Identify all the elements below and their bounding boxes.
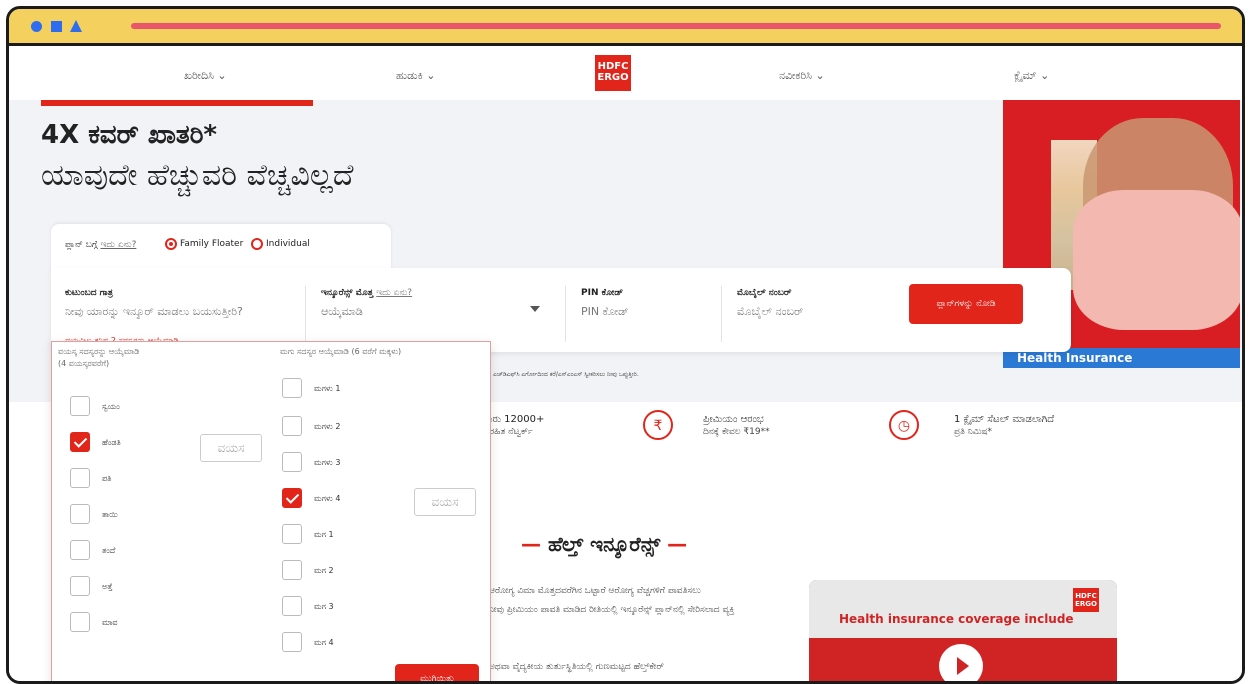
- square-icon: [51, 21, 62, 32]
- feature-claim-title: 1 ಕ್ಲೈಮ್ ಸೆಟಲ್ ಮಾಡಲಾಗಿದೆ: [954, 414, 1055, 425]
- adult-checkbox-wife[interactable]: [70, 432, 90, 452]
- child-shape: [1073, 190, 1240, 330]
- individual-radio[interactable]: [251, 238, 263, 250]
- hdfc-ergo-logo[interactable]: HDFC ERGO: [595, 55, 631, 91]
- field-divider: [721, 286, 722, 342]
- child-checkbox-daughter-4[interactable]: [282, 488, 302, 508]
- sum-insured-help-link[interactable]: ಇದು ಏನು?: [376, 288, 412, 298]
- child-label-daughter-2[interactable]: ಮಗಳು 2: [314, 422, 340, 432]
- individual-label[interactable]: Individual: [266, 239, 310, 249]
- hero-title: 4X ಕವರ್ ಖಾತರಿ*: [41, 120, 218, 150]
- hero-accent-bar: [41, 100, 313, 106]
- adult-label-father[interactable]: ತಂದೆ: [102, 546, 115, 556]
- plan-type-text: ಪ್ಲಾನ್ ಬಗ್ಗೆ: [65, 240, 98, 250]
- logo-line-2: ERGO: [597, 72, 629, 83]
- circle-icon: [31, 21, 42, 32]
- pin-input[interactable]: PIN ಕೋಡ್: [581, 304, 629, 319]
- hero-subtitle: ಯಾವುದೇ ಹೆಚ್ಚುವರಿ ವೆಚ್ಚವಿಲ್ಲದೆ: [41, 158, 354, 193]
- child-checkbox-daughter-1[interactable]: [282, 378, 302, 398]
- section-paragraph-2: ನೀವು ಪ್ರೀಮಿಯಂ ಪಾವತಿ ಮಾಡಿದ ರೀತಿಯಲ್ಲಿ ಇನ್ಶ…: [489, 605, 735, 615]
- family-size-label: ಕುಟುಂಬದ ಗಾತ್ರ: [65, 288, 113, 298]
- field-divider: [305, 286, 306, 342]
- top-nav: ಖರೀದಿಸಿ ⌄ ಹುಡುಕಿ ⌄ HDFC ERGO ನವೀಕರಿಸಿ ⌄ ಕ…: [9, 46, 1242, 101]
- address-bar[interactable]: [131, 23, 1221, 29]
- section-paragraph-1: ಆರೋಗ್ಯ ವಿಮಾ ಮೊತ್ತದವರೆಗಿನ ಒಟ್ಟಾರೆ ಆರೋಗ್ಯ …: [489, 586, 701, 596]
- plan-type-tab: ಪ್ಲಾನ್ ಬಗ್ಗೆ ಇದು ಏನು? Family Floater Ind…: [51, 224, 391, 272]
- logo-line-1: HDFC: [597, 61, 629, 72]
- mobile-input[interactable]: ಮೊಬೈಲ್ ನಂಬರ್: [737, 304, 803, 319]
- child-checkbox-son-4[interactable]: [282, 632, 302, 652]
- child-checkbox-son-2[interactable]: [282, 560, 302, 580]
- adult-label-self[interactable]: ಸ್ವಯಂ: [102, 402, 120, 412]
- child-label-daughter-3[interactable]: ಮಗಳು 3: [314, 458, 340, 468]
- nav-claim[interactable]: ಕ್ಲೈಮ್ ⌄: [1014, 69, 1049, 83]
- family-floater-radio[interactable]: [165, 238, 177, 250]
- adult-checkbox-husband[interactable]: [70, 468, 90, 488]
- adult-label-father-in-law[interactable]: ಮಾವ: [102, 618, 118, 628]
- family-floater-label[interactable]: Family Floater: [180, 239, 243, 249]
- daughter-4-age-input[interactable]: ವಯಸ: [414, 488, 476, 516]
- video-title: Health insurance coverage include: [839, 612, 1074, 626]
- browser-frame: ಖರೀದಿಸಿ ⌄ ಹುಡುಕಿ ⌄ HDFC ERGO ನವೀಕರಿಸಿ ⌄ ಕ…: [6, 6, 1245, 684]
- adult-label-wife[interactable]: ಹೆಂಡತಿ: [102, 438, 121, 448]
- plan-type-label: ಪ್ಲಾನ್ ಬಗ್ಗೆ ಇದು ಏನು?: [65, 240, 136, 250]
- hdfc-ergo-logo: HDFC ERGO: [1073, 588, 1099, 612]
- adult-label-mother[interactable]: ತಾಯಿ: [102, 510, 118, 520]
- sum-insured-text: ಇನ್ಶೂರೆನ್ಸ್ ಮೊತ್ತ: [321, 288, 374, 298]
- nav-renew[interactable]: ನವೀಕರಿಸಿ ⌄: [779, 69, 825, 83]
- quote-form: ಕುಟುಂಬದ ಗಾತ್ರ ನೀವು ಯಾರನ್ನು ಇನ್ಶೂರ್ ಮಾಡಲು…: [51, 268, 1071, 352]
- adult-subheader: (4 ವಯಸ್ಕರವರೆಗೆ): [58, 359, 110, 368]
- plan-help-link[interactable]: ಇದು ಏನು?: [101, 240, 137, 250]
- play-icon[interactable]: [939, 644, 983, 681]
- mobile-label: ಮೊಬೈಲ್ ನಂಬರ್: [737, 288, 792, 298]
- pin-label: PIN ಕೋಡ್: [581, 288, 624, 298]
- triangle-icon: [70, 20, 82, 32]
- child-checkbox-son-1[interactable]: [282, 524, 302, 544]
- adult-checkbox-mother-in-law[interactable]: [70, 576, 90, 596]
- chevron-down-icon[interactable]: [530, 306, 540, 312]
- view-plans-button[interactable]: ಪ್ಲಾನ್‌ಗಳನ್ನು ನೋಡಿ: [909, 284, 1023, 324]
- adult-header-text: ವಯಸ್ಕ ಸದಸ್ಯರನ್ನು ಆಯ್ಕೆಮಾಡಿ: [58, 347, 140, 356]
- child-checkbox-daughter-3[interactable]: [282, 452, 302, 472]
- adult-checkbox-father-in-law[interactable]: [70, 612, 90, 632]
- child-label-son-1[interactable]: ಮಗ 1: [314, 530, 334, 540]
- child-checkbox-daughter-2[interactable]: [282, 416, 302, 436]
- sum-insured-select[interactable]: ಆಯ್ಕೆಮಾಡಿ: [321, 304, 363, 319]
- child-checkbox-son-3[interactable]: [282, 596, 302, 616]
- wife-age-input[interactable]: ವಯಸ: [200, 434, 262, 462]
- stopwatch-icon: ◷: [889, 410, 919, 440]
- child-label-daughter-4[interactable]: ಮಗಳು 4: [314, 494, 340, 504]
- child-header: ಮಗು ಸದಸ್ಯರ ಆಯ್ಕೆಮಾಡಿ (6 ವರೆಗೆ ಮಕ್ಕಳು): [280, 347, 402, 356]
- family-member-dropdown: ವಯಸ್ಕ ಸದಸ್ಯರನ್ನು ಆಯ್ಕೆಮಾಡಿ (4 ವಯಸ್ಕರವರೆಗೆ…: [51, 341, 491, 681]
- video-thumbnail[interactable]: Health insurance coverage include HDFC ER…: [809, 580, 1117, 681]
- adult-label-mother-in-law[interactable]: ಅತ್ತೆ: [102, 582, 113, 592]
- child-label-daughter-1[interactable]: ಮಗಳು 1: [314, 384, 340, 394]
- rupee-shield-icon: ₹: [643, 410, 673, 440]
- field-divider: [565, 286, 566, 342]
- adult-label-husband[interactable]: ಪತಿ: [102, 474, 111, 484]
- feature-premium-sub: ದಿನಕ್ಕೆ ಕೇವಲ ₹19**: [703, 427, 770, 437]
- section-title-text: ಹೆಲ್ತ್ ಇನ್ಶೂರೆನ್ಸ್: [547, 532, 661, 556]
- adult-checkbox-mother[interactable]: [70, 504, 90, 524]
- video-logo-line-1: HDFC: [1075, 592, 1097, 600]
- nav-search[interactable]: ಹುಡುಕಿ ⌄: [396, 69, 436, 83]
- adult-header: ವಯಸ್ಕ ಸದಸ್ಯರನ್ನು ಆಯ್ಕೆಮಾಡಿ (4 ವಯಸ್ಕರವರೆಗೆ…: [58, 346, 139, 370]
- child-label-son-2[interactable]: ಮಗ 2: [314, 566, 334, 576]
- nav-buy[interactable]: ಖರೀದಿಸಿ ⌄: [184, 69, 227, 83]
- section-title: — ಹೆಲ್ತ್ ಇನ್ಶೂರೆನ್ಸ್ —: [521, 532, 688, 556]
- feature-premium-title: ಪ್ರೀಮಿಯಂ ಆರಂಭ: [703, 414, 764, 425]
- browser-chrome: [9, 9, 1242, 46]
- child-label-son-3[interactable]: ಮಗ 3: [314, 602, 334, 612]
- child-label-son-4[interactable]: ಮಗ 4: [314, 638, 334, 648]
- adult-checkbox-father[interactable]: [70, 540, 90, 560]
- consent-note: ಎಚ್‌ಡಿಎಫ್‌ಸಿ ಎರ್ಗೋದಿಂದ ಕರೆ/ಎಸ್‌ಎಂಎಸ್ ಸ್ವ…: [493, 371, 639, 378]
- sum-insured-label: ಇನ್ಶೂರೆನ್ಸ್ ಮೊತ್ತ ಇದು ಏನು?: [321, 288, 412, 298]
- video-logo-line-2: ERGO: [1075, 600, 1097, 608]
- adult-checkbox-self[interactable]: [70, 396, 90, 416]
- section-paragraph-3: ಅಥವಾ ವೈದ್ಯಕೀಯ ತುರ್ತುಸ್ಥಿತಿಯಲ್ಲಿ ಗುಣಮಟ್ಟದ…: [489, 662, 665, 672]
- feature-claim-sub: ಪ್ರತಿ ನಿಮಿಷ*: [954, 427, 993, 437]
- done-button[interactable]: ಮುಗಿಯಿತು: [395, 664, 479, 681]
- video-band: [809, 580, 1117, 638]
- family-size-field[interactable]: ನೀವು ಯಾರನ್ನು ಇನ್ಶೂರ್ ಮಾಡಲು ಬಯಸುತ್ತೀರಿ?: [65, 304, 285, 319]
